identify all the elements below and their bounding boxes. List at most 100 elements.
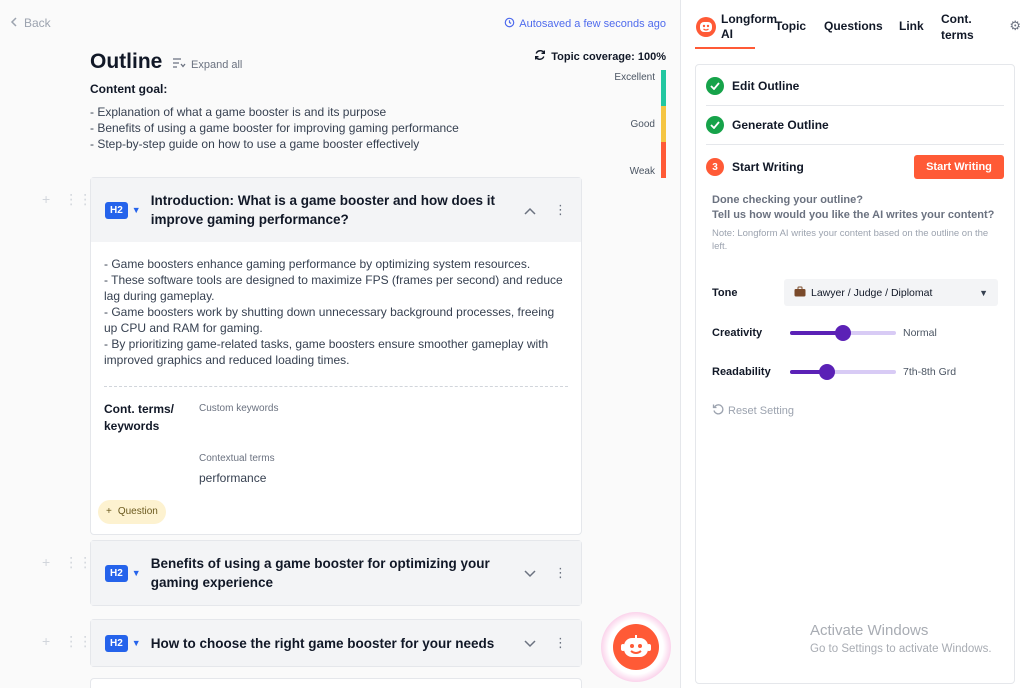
section-header[interactable]: H2 ▼ Introduction: What is a game booste… — [91, 178, 581, 242]
add-question-label: Question — [117, 506, 158, 517]
step-generate-outline[interactable]: Generate Outline — [706, 116, 1004, 134]
expand-all-label: Expand all — [191, 58, 243, 71]
chevron-down-icon[interactable]: ▼ — [132, 638, 141, 648]
chevron-down-icon[interactable] — [524, 566, 536, 581]
activate-windows-title: Activate Windows — [810, 622, 929, 639]
tone-value: Lawyer / Judge / Diplomat — [811, 286, 933, 299]
tab-questions[interactable]: Questions — [824, 19, 883, 33]
start-writing-button[interactable]: Start Writing — [914, 155, 1004, 179]
add-question-button[interactable]: + Question — [98, 500, 166, 524]
section-actions: ⋮ — [524, 202, 567, 218]
tone-select[interactable]: Lawyer / Judge / Diplomat ▼ — [784, 279, 998, 306]
body-line: - Game boosters enhance gaming performan… — [104, 257, 531, 271]
list-expand-icon — [172, 58, 186, 71]
section-actions: ⋮ — [524, 565, 567, 581]
instructions-line: Done checking your outline? — [712, 194, 863, 206]
add-icon[interactable]: + — [42, 191, 50, 208]
content-goals: - Explanation of what a game booster is … — [90, 104, 459, 152]
section-body[interactable]: - Game boosters enhance gaming performan… — [91, 242, 581, 534]
reset-setting-button[interactable]: Reset Setting — [712, 403, 794, 418]
section-row-tools: + ⋮⋮ — [42, 633, 92, 650]
check-icon — [706, 77, 724, 95]
section-header[interactable]: H2 ▼ Benefits of using a game booster fo… — [91, 541, 581, 605]
more-options-icon[interactable]: ⋮ — [554, 202, 567, 218]
heading-level-badge[interactable]: H2 — [105, 634, 128, 652]
meter-label-weak: Weak — [629, 166, 655, 177]
note-text: Note: Longform AI writes your content ba… — [712, 228, 989, 252]
creativity-label: Creativity — [712, 327, 763, 339]
instructions-text: Done checking your outline? Tell us how … — [712, 193, 994, 223]
readability-label: Readability — [712, 366, 771, 378]
section-title[interactable]: Introduction: What is a game booster and… — [151, 191, 506, 229]
history-icon — [504, 17, 515, 31]
chevron-down-icon[interactable]: ▼ — [132, 205, 141, 215]
readability-slider[interactable] — [790, 364, 896, 380]
goal-item: - Explanation of what a game booster is … — [90, 105, 387, 119]
autosave-status: Autosaved a few seconds ago — [504, 17, 666, 31]
chevron-up-icon[interactable] — [524, 203, 536, 218]
tab-link[interactable]: Link — [899, 19, 924, 33]
slider-handle[interactable] — [819, 364, 835, 380]
readability-value: 7th-8th Grd — [903, 366, 957, 378]
back-button[interactable]: Back — [10, 16, 51, 30]
heading-level-badge[interactable]: H2 — [105, 564, 128, 582]
section-header[interactable]: H2 ▼ How to choose the right game booste… — [91, 620, 581, 666]
drag-handle-icon[interactable]: ⋮⋮ — [64, 633, 92, 650]
custom-keywords-label[interactable]: Custom keywords — [199, 401, 278, 417]
tab-label: Longform AI — [721, 12, 777, 41]
divider — [706, 105, 1004, 106]
section-row-tools: + ⋮⋮ — [42, 554, 92, 571]
section-title[interactable]: How to choose the right game booster for… — [151, 634, 506, 653]
ai-side-panel: Longform AI Topic Questions Link Cont. t… — [680, 0, 1024, 688]
meter-segment-excellent — [661, 70, 666, 106]
drag-handle-icon[interactable]: ⋮⋮ — [64, 554, 92, 571]
heading-level-badge[interactable]: H2 — [105, 201, 128, 219]
body-line: - By prioritizing game-related tasks, ga… — [104, 337, 549, 367]
active-tab-indicator — [695, 47, 755, 49]
meter-segment-good — [661, 106, 666, 142]
step-edit-outline[interactable]: Edit Outline — [706, 77, 1004, 95]
more-options-icon[interactable]: ⋮ — [554, 565, 567, 581]
section-title[interactable]: Benefits of using a game booster for opt… — [151, 554, 506, 592]
add-icon[interactable]: + — [42, 633, 50, 650]
divider — [104, 386, 568, 387]
expand-all-button[interactable]: Expand all — [172, 58, 242, 71]
chevron-down-icon[interactable]: ▼ — [132, 568, 141, 578]
more-options-icon[interactable]: ⋮ — [554, 635, 567, 651]
autosave-text: Autosaved a few seconds ago — [519, 18, 666, 30]
goal-item: - Benefits of using a game booster for i… — [90, 121, 459, 135]
add-icon[interactable]: + — [42, 554, 50, 571]
contextual-terms-label: Contextual terms — [199, 453, 275, 464]
reset-label: Reset Setting — [728, 404, 795, 417]
chevron-down-icon[interactable] — [524, 636, 536, 651]
topic-coverage: Topic coverage: 100% — [534, 49, 666, 64]
gear-icon[interactable]: ⚙ — [1009, 18, 1021, 34]
panel-tabs: Longform AI Topic Questions Link Cont. t… — [681, 0, 1024, 52]
content-goal-label: Content goal: — [90, 82, 168, 96]
check-icon — [706, 116, 724, 134]
ai-assistant-button[interactable] — [601, 612, 671, 682]
step-number: 3 — [706, 158, 724, 176]
plus-icon: + — [106, 506, 112, 517]
tab-topic[interactable]: Topic — [775, 19, 806, 33]
back-label: Back — [24, 16, 51, 30]
creativity-value: Normal — [903, 327, 937, 339]
robot-icon — [695, 16, 717, 41]
step-label: Generate Outline — [732, 118, 829, 132]
section-actions: ⋮ — [524, 635, 567, 651]
drag-handle-icon[interactable]: ⋮⋮ — [64, 191, 92, 208]
step-label: Edit Outline — [732, 79, 800, 93]
section-card: H2 ▼ How to choose the right game booste… — [90, 619, 582, 667]
activate-windows-subtitle: Go to Settings to activate Windows. — [810, 643, 992, 655]
divider — [706, 144, 1004, 145]
caret-down-icon: ▼ — [979, 287, 988, 298]
body-line: - These software tools are designed to m… — [104, 273, 563, 303]
creativity-slider[interactable] — [790, 325, 896, 341]
tab-cont-terms[interactable]: Cont. terms — [941, 11, 985, 43]
refresh-icon — [534, 49, 546, 64]
section-card — [90, 678, 582, 688]
tab-longform-ai[interactable]: Longform AI — [695, 12, 777, 42]
step-start-writing[interactable]: 3 Start Writing — [706, 158, 906, 176]
meter-label-excellent: Excellent — [614, 72, 655, 83]
slider-handle[interactable] — [835, 325, 851, 341]
